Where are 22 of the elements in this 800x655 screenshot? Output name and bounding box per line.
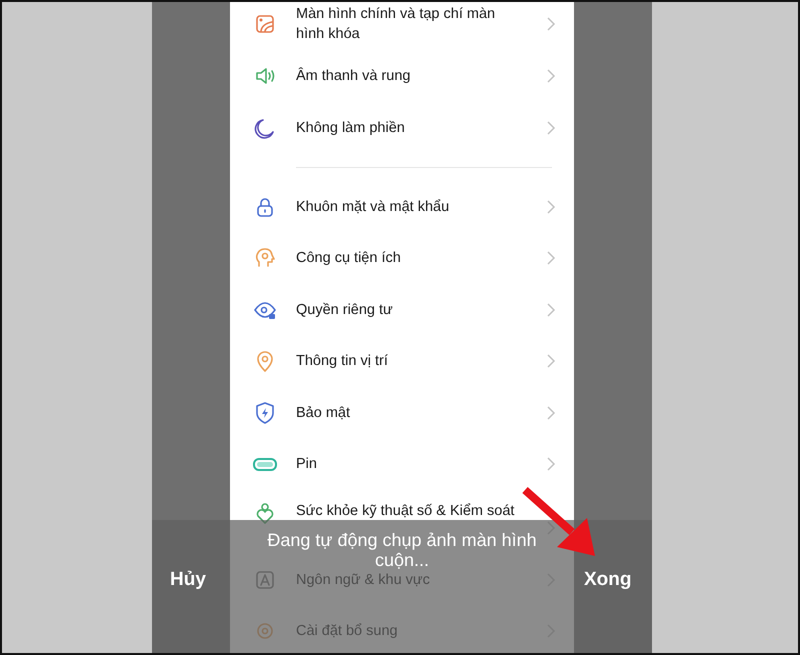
setting-label[interactable]: Âm thanh và rung	[296, 66, 524, 86]
chevron-icon	[546, 120, 556, 136]
setting-label[interactable]: Sức khỏe kỹ thuật số & Kiểm soát	[296, 501, 524, 522]
chevron-icon	[546, 16, 556, 32]
done-button[interactable]: Xong	[580, 564, 636, 596]
chevron-icon	[546, 353, 556, 370]
chevron-icon	[546, 68, 556, 84]
setting-label[interactable]: Pin	[296, 454, 524, 474]
setting-label[interactable]: Khuôn mặt và mật khẩu	[296, 196, 524, 217]
setting-label[interactable]: Quyền riêng tư	[296, 300, 524, 320]
chevron-icon	[546, 404, 556, 421]
setting-label[interactable]: Không làm phiền	[296, 118, 524, 138]
chevron-icon	[546, 198, 556, 215]
cancel-button[interactable]: Hủy	[166, 564, 210, 596]
setting-label[interactable]: Bảo mật	[296, 402, 524, 423]
setting-label[interactable]: Thông tin vị trí	[296, 351, 524, 372]
chevron-icon	[546, 302, 556, 318]
capture-message: Đang tự động chụp ảnh màn hình cuộn...	[266, 531, 538, 571]
setting-label[interactable]: Màn hình chính và tạp chí màn hình khóa	[296, 4, 524, 44]
chevron-icon	[546, 250, 556, 266]
setting-label[interactable]: Công cụ tiện ích	[296, 248, 524, 268]
chevron-icon	[546, 456, 556, 472]
